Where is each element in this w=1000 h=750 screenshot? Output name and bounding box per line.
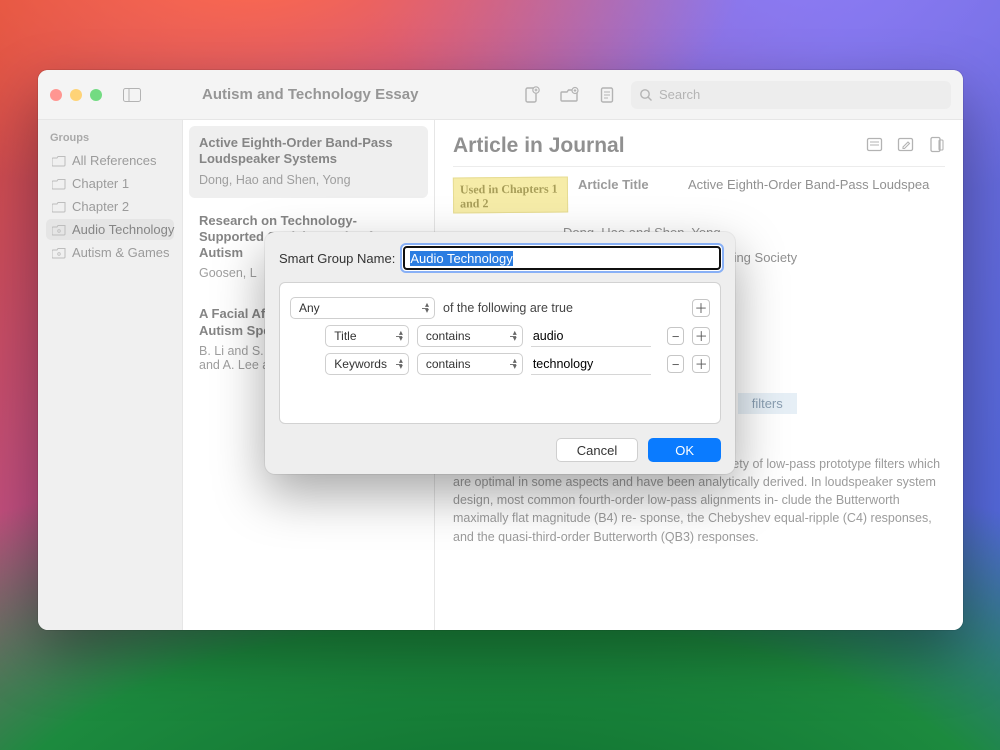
rule-value-input[interactable] (531, 353, 651, 375)
match-suffix-label: of the following are true (443, 301, 573, 315)
name-field-label: Smart Group Name: (279, 251, 395, 266)
add-rule-button[interactable]: ＋ (692, 327, 710, 345)
remove-rule-button[interactable]: − (667, 327, 685, 345)
predicate-editor: Any ▴▾ of the following are true ＋ Title… (279, 282, 721, 424)
add-rule-button[interactable]: ＋ (692, 355, 710, 373)
smart-group-dialog: Smart Group Name: Any ▴▾ of the followin… (265, 232, 735, 474)
rule-field-select[interactable]: Keywords ▴▾ (325, 353, 409, 375)
rule-field-value: Title (334, 329, 356, 343)
smart-group-name-input[interactable] (403, 246, 721, 270)
match-mode-value: Any (299, 301, 320, 315)
rule-field-value: Keywords (334, 357, 387, 371)
cancel-button[interactable]: Cancel (556, 438, 638, 462)
match-mode-select[interactable]: Any ▴▾ (290, 297, 435, 319)
add-rule-button[interactable]: ＋ (692, 299, 710, 317)
rule-operator-select[interactable]: contains ▴▾ (417, 325, 523, 347)
rule-field-select[interactable]: Title ▴▾ (325, 325, 409, 347)
rule-operator-value: contains (426, 329, 471, 343)
rule-operator-value: contains (426, 357, 471, 371)
ok-button[interactable]: OK (648, 438, 721, 462)
rule-value-input[interactable] (531, 325, 651, 347)
remove-rule-button[interactable]: − (667, 355, 685, 373)
rule-operator-select[interactable]: contains ▴▾ (417, 353, 523, 375)
